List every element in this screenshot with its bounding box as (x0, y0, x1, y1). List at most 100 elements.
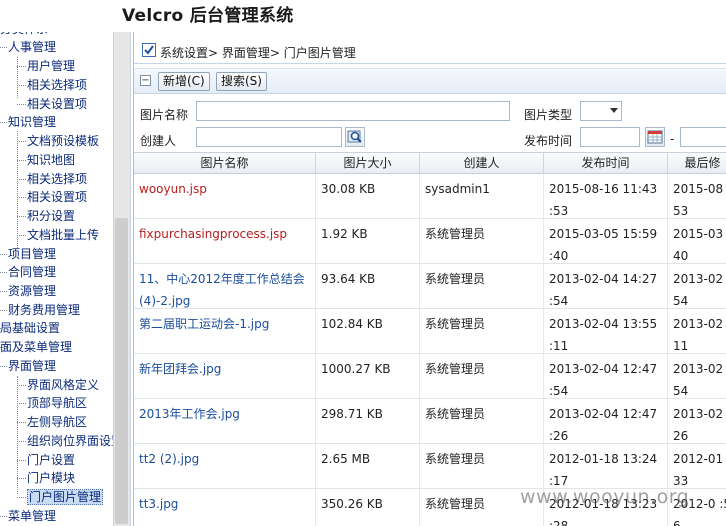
cell-name[interactable]: fixpurchasingprocess.jsp (134, 219, 316, 264)
tree-connector (17, 66, 26, 67)
sidebar-item[interactable]: 知识管理 (8, 113, 56, 131)
cell-creator: 系统管理员 (420, 309, 544, 354)
toolbar: − 新增(C) 搜索(S) (134, 68, 726, 94)
sidebar-item[interactable]: 积分设置 (27, 207, 75, 225)
sidebar-item[interactable]: 门户设置 (27, 451, 75, 469)
sidebar-item[interactable]: 局基础设置 (0, 319, 60, 337)
cell-time: 2012-01-18 13:24 :17 (544, 444, 668, 489)
calendar-button[interactable] (645, 127, 665, 147)
cell-time: 2013-02-04 12:47 :54 (544, 354, 668, 399)
user-lookup-button[interactable] (345, 127, 365, 147)
cell-last: 2012-01 :33 (668, 444, 726, 489)
app-title: Velcro 后台管理系统 (122, 6, 294, 26)
table-row[interactable]: 新年团拜会.jpg 1000.27 KB 系统管理员 2013-02-04 12:47… (134, 354, 726, 399)
sidebar-item-label: 分类体系 (0, 32, 48, 36)
table-row[interactable]: fixpurchasingprocess.jsp 1.92 KB 系统管理员 2015… (134, 219, 726, 264)
sidebar-item[interactable]: 相关设置项 (27, 188, 87, 206)
table-row[interactable]: 11、中心2012年度工作总结会(4)-2.jpg 93.64 KB 系统管理员 20… (134, 264, 726, 309)
sidebar-item[interactable]: 合同管理 (8, 263, 56, 281)
calendar-icon (647, 130, 663, 144)
sidebar-item[interactable]: 文档预设模板 (27, 132, 99, 150)
table-row[interactable]: 第二届职工运动会-1.jpg 102.84 KB 系统管理员 2013-02-04 1… (134, 309, 726, 354)
sidebar-tree: 分类体系人事管理用户管理相关选择项相关设置项知识管理文档预设模板知识地图相关选择… (0, 32, 131, 526)
cell-size: 350.26 KB (316, 489, 420, 526)
column-header[interactable]: 发布时间 (544, 153, 668, 174)
sidebar-item[interactable]: 相关选择项 (27, 170, 87, 188)
tree-connector (17, 403, 26, 404)
column-header[interactable]: 创建人 (420, 153, 544, 174)
sidebar-item[interactable]: 界面管理 (8, 357, 56, 375)
table-row[interactable]: 2013年工作会.jpg 298.71 KB 系统管理员 2013-02-04 12:… (134, 399, 726, 444)
cell-size: 30.08 KB (316, 174, 420, 219)
cell-creator: 系统管理员 (420, 354, 544, 399)
cell-name[interactable]: 新年团拜会.jpg (134, 354, 316, 399)
collapse-icon[interactable]: − (140, 75, 151, 86)
sidebar-item[interactable]: 相关设置项 (27, 95, 87, 113)
watermark: www.wooyun.org (520, 486, 690, 508)
publish-time-end-input[interactable] (680, 127, 726, 147)
sidebar-item[interactable]: 财务费用管理 (8, 301, 80, 319)
image-name-input[interactable] (196, 101, 510, 121)
sidebar-item[interactable]: 界面风格定义 (27, 376, 99, 394)
tree-connector (17, 104, 26, 105)
breadcrumb: 系统设置> 界面管理> 门户图片管理 (134, 40, 726, 64)
sidebar-item[interactable]: 项目管理 (8, 245, 56, 263)
sidebar-item[interactable]: 知识地图 (27, 151, 75, 169)
cell-size: 102.84 KB (316, 309, 420, 354)
image-type-label: 图片类型 (524, 108, 573, 122)
column-header[interactable]: 图片大小 (316, 153, 420, 174)
cell-name[interactable]: 2013年工作会.jpg (134, 399, 316, 444)
cell-last: 2015-03 :40 (668, 219, 726, 264)
image-type-select[interactable] (580, 101, 622, 121)
cell-time: 2015-03-05 15:59 :40 (544, 219, 668, 264)
cell-name[interactable]: 第二届职工运动会-1.jpg (134, 309, 316, 354)
range-separator: - (670, 132, 675, 146)
sidebar-item[interactable]: 面及菜单管理 (0, 338, 72, 356)
sidebar-item[interactable]: 人事管理 (8, 38, 56, 56)
sidebar-item-label: 知识地图 (27, 153, 76, 167)
column-header[interactable]: 图片名称 (134, 153, 316, 174)
sidebar-item[interactable]: 门户模块 (27, 469, 75, 487)
sidebar-item[interactable]: 文档批量上传 (27, 226, 99, 244)
tree-connector (17, 85, 26, 86)
sidebar-item-label: 界面管理 (8, 359, 57, 373)
main-panel: 系统设置> 界面管理> 门户图片管理 − 新增(C) 搜索(S) 图片名称 图片… (133, 32, 726, 526)
cell-name[interactable]: tt3.jpg (134, 489, 316, 526)
sidebar-item[interactable]: 左侧导航区 (27, 413, 87, 431)
cell-creator: 系统管理员 (420, 264, 544, 309)
sidebar-item[interactable]: 组织岗位界面设置 (27, 432, 123, 450)
tree-connector (17, 376, 18, 494)
tree-connector (17, 160, 26, 161)
image-table: 图片名称 图片大小 创建人 发布时间 最后修 wooyun.jsp 30.08 KB sys… (134, 152, 726, 526)
sidebar-item-label: 相关设置项 (27, 97, 88, 111)
creator-input[interactable] (196, 127, 342, 147)
new-button[interactable]: 新增(C) (158, 72, 210, 91)
cell-name[interactable]: 11、中心2012年度工作总结会(4)-2.jpg (134, 264, 316, 309)
publish-time-label: 发布时间 (524, 134, 573, 148)
table-row[interactable]: tt2 (2).jpg 2.65 MB 系统管理员 2012-01-18 13:24 … (134, 444, 726, 489)
sidebar-item[interactable]: 菜单管理 (8, 507, 56, 525)
table-row[interactable]: wooyun.jsp 30.08 KB sysadmin1 2015-08-16 11… (134, 174, 726, 219)
sidebar-item-label: 门户图片管理 (27, 489, 104, 505)
cell-size: 93.64 KB (316, 264, 420, 309)
sidebar-item-label: 资源管理 (8, 284, 57, 298)
sidebar-item[interactable]: 门户图片管理 (27, 488, 104, 506)
search-button[interactable]: 搜索(S) (216, 72, 267, 91)
publish-time-start-input[interactable] (580, 127, 640, 147)
sidebar-item-label: 合同管理 (8, 265, 57, 279)
cell-name[interactable]: tt2 (2).jpg (134, 444, 316, 489)
sidebar-item[interactable]: 用户管理 (27, 57, 75, 75)
column-header[interactable]: 最后修 (668, 153, 726, 174)
cell-name[interactable]: wooyun.jsp (134, 174, 316, 219)
sidebar-item[interactable]: 相关选择项 (27, 76, 87, 94)
sidebar-item[interactable]: 资源管理 (8, 282, 56, 300)
sidebar-scrollbar-thumb[interactable] (115, 218, 128, 524)
sidebar-item[interactable]: 顶部导航区 (27, 394, 87, 412)
sidebar-item-label: 面及菜单管理 (0, 340, 73, 354)
sidebar-item-label: 局基础设置 (0, 321, 61, 335)
tree-connector (0, 47, 7, 48)
cell-size: 2.65 MB (316, 444, 420, 489)
tree-connector (0, 122, 7, 123)
cell-time: 2013-02-04 13:55 :11 (544, 309, 668, 354)
tree-connector (17, 460, 26, 461)
